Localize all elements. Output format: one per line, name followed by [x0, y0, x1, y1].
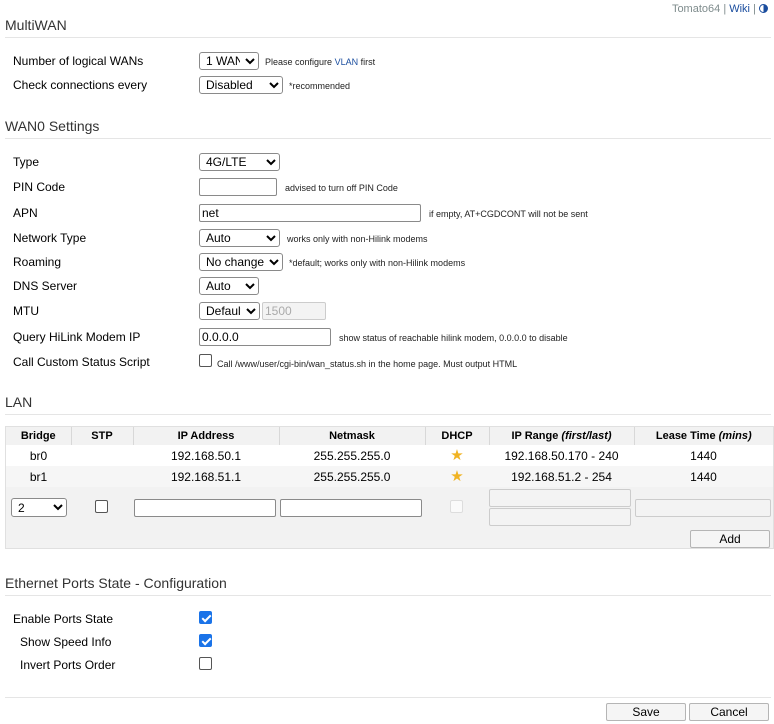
new-ip-input[interactable]	[134, 499, 276, 517]
lease-cell: 1440	[634, 466, 773, 487]
separator: |	[723, 3, 727, 15]
stp-cell	[71, 466, 133, 487]
table-row[interactable]: br1 192.168.51.1 255.255.255.0 ★ 192.168…	[6, 466, 773, 487]
divider	[5, 595, 771, 596]
new-lease-input	[635, 499, 771, 517]
cancel-button[interactable]: Cancel	[689, 703, 769, 721]
mtu-label: MTU	[13, 304, 39, 318]
ip-cell: 192.168.50.1	[133, 445, 279, 466]
divider	[5, 414, 771, 415]
col-netmask: Netmask	[279, 427, 426, 445]
custom-script-label: Call Custom Status Script	[13, 355, 150, 369]
new-netmask-input[interactable]	[280, 499, 422, 517]
roaming-select[interactable]: No change*	[199, 253, 283, 271]
netmask-cell: 255.255.255.0	[279, 445, 425, 466]
star-icon: ★	[450, 447, 464, 464]
speed-info-checkbox[interactable]	[199, 634, 212, 647]
check-connections-note: *recommended	[289, 81, 351, 91]
vlan-link[interactable]: VLAN	[335, 57, 359, 67]
mtu-select[interactable]: Default	[199, 302, 260, 320]
netmask-cell: 255.255.255.0	[279, 466, 425, 487]
num-wans-select[interactable]: 1 WAN	[199, 52, 259, 70]
star-icon: ★	[450, 468, 464, 485]
check-connections-select[interactable]: Disabled	[199, 76, 283, 94]
col-lease: Lease Time (mins)	[634, 427, 773, 445]
apn-note: if empty, AT+CGDCONT will not be sent	[429, 209, 588, 219]
new-dhcp-checkbox	[450, 500, 463, 513]
enable-ports-label: Enable Ports State	[13, 612, 114, 626]
divider	[5, 138, 771, 139]
new-bridge-select[interactable]: 2	[11, 498, 67, 517]
invert-ports-label: Invert Ports Order	[20, 658, 116, 672]
col-bridge: Bridge	[6, 427, 72, 445]
new-stp-checkbox[interactable]	[95, 500, 108, 513]
dns-label: DNS Server	[13, 279, 78, 293]
ports-section-title: Ethernet Ports State - Configuration	[5, 575, 227, 591]
type-select[interactable]: 4G/LTE	[199, 153, 280, 171]
separator: |	[753, 3, 756, 15]
custom-script-note: Call /www/user/cgi-bin/wan_status.sh in …	[217, 359, 518, 369]
hilink-label: Query HiLink Modem IP	[13, 330, 141, 344]
hilink-note: show status of reachable hilink modem, 0…	[339, 333, 568, 343]
save-button[interactable]: Save	[606, 703, 686, 721]
apn-label: APN	[13, 206, 38, 220]
bridge-cell: br0	[6, 445, 71, 466]
check-connections-label: Check connections every	[13, 78, 148, 92]
col-stp: STP	[71, 427, 134, 445]
lan-table-container: Bridge STP IP Address Netmask DHCP IP Ra…	[5, 426, 774, 549]
wiki-link[interactable]: Wiki	[729, 3, 750, 15]
col-ip-range: IP Range (first/last)	[489, 427, 635, 445]
brand-text: Tomato64	[671, 3, 721, 15]
add-button[interactable]: Add	[690, 530, 770, 548]
speed-info-label: Show Speed Info	[20, 635, 112, 649]
type-label: Type	[13, 155, 40, 169]
divider	[5, 37, 771, 38]
new-range-first-input	[489, 489, 631, 507]
pin-label: PIN Code	[13, 180, 66, 194]
theme-toggle-icon[interactable]	[759, 4, 768, 13]
network-type-select[interactable]: Auto	[199, 229, 280, 247]
stp-cell	[71, 445, 133, 466]
ip-range-cell: 192.168.50.170 - 240	[489, 445, 634, 466]
multiwan-section-title: MultiWAN	[5, 17, 67, 33]
num-wans-label: Number of logical WANs	[13, 54, 144, 68]
roaming-note: *default; works only with non-Hilink mod…	[289, 258, 466, 268]
network-type-label: Network Type	[13, 231, 87, 245]
bridge-cell: br1	[6, 466, 71, 487]
pin-note: advised to turn off PIN Code	[285, 183, 398, 193]
table-row[interactable]: br0 192.168.50.1 255.255.255.0 ★ 192.168…	[6, 445, 773, 466]
ip-cell: 192.168.51.1	[133, 466, 279, 487]
col-dhcp: DHCP	[425, 427, 490, 445]
divider	[5, 697, 771, 698]
mtu-input	[262, 302, 326, 320]
lan-section-title: LAN	[5, 394, 33, 410]
new-range-last-input	[489, 508, 631, 526]
invert-ports-checkbox[interactable]	[199, 657, 212, 670]
num-wans-note: Please configure VLAN first	[265, 57, 376, 67]
pin-input[interactable]	[199, 178, 277, 196]
network-type-note: works only with non-Hilink modems	[287, 234, 428, 244]
lease-cell: 1440	[634, 445, 773, 466]
dhcp-cell: ★	[425, 466, 489, 487]
col-ip: IP Address	[133, 427, 280, 445]
enable-ports-checkbox[interactable]	[199, 611, 212, 624]
dns-select[interactable]: Auto	[199, 277, 259, 295]
lan-table: Bridge STP IP Address Netmask DHCP IP Ra…	[6, 427, 773, 487]
ip-range-cell: 192.168.51.2 - 254	[489, 466, 634, 487]
wan0-section-title: WAN0 Settings	[5, 118, 100, 134]
custom-script-checkbox[interactable]	[199, 354, 212, 367]
roaming-label: Roaming	[13, 255, 62, 269]
hilink-input[interactable]	[199, 328, 331, 346]
dhcp-cell: ★	[425, 445, 489, 466]
top-links: Tomato64 | Wiki |	[672, 3, 768, 15]
apn-input[interactable]	[199, 204, 421, 222]
table-header-row: Bridge STP IP Address Netmask DHCP IP Ra…	[6, 427, 773, 445]
